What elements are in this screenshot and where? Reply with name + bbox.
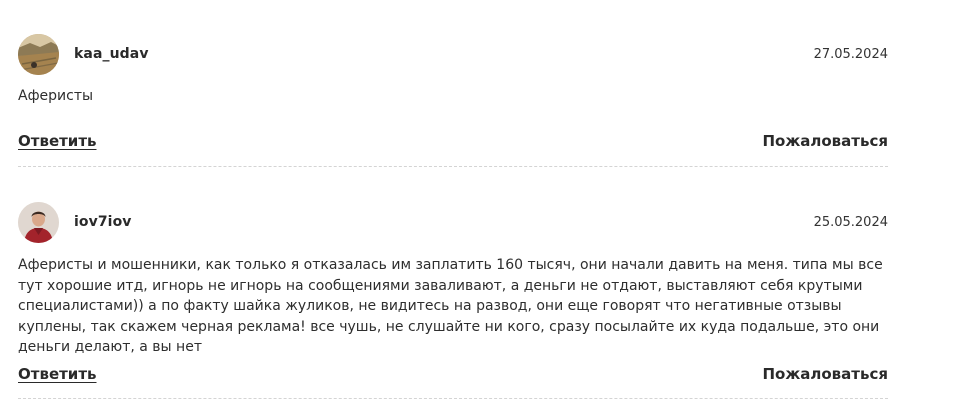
reviews-list: kaa_udav 27.05.2024 Аферисты Ответить По… [0, 0, 957, 407]
review-text: Аферисты и мошенники, как только я отказ… [18, 257, 883, 355]
review-actions: Ответить Пожаловаться [18, 365, 888, 387]
review-header: iov7iov 25.05.2024 [18, 202, 888, 244]
review-item: kaa_udav 27.05.2024 Аферисты Ответить По… [18, 34, 888, 168]
username[interactable]: iov7iov [74, 214, 132, 230]
avatar[interactable] [18, 202, 59, 243]
reply-link[interactable]: Ответить [18, 365, 97, 383]
review-actions: Ответить Пожаловаться [18, 132, 888, 154]
reply-link[interactable]: Ответить [18, 132, 97, 150]
avatar-person-photo [18, 202, 59, 243]
review-date: 25.05.2024 [813, 215, 888, 230]
review-date: 27.05.2024 [813, 47, 888, 62]
username[interactable]: kaa_udav [74, 46, 149, 62]
review-item: iov7iov 25.05.2024 Аферисты и мошенники,… [18, 202, 888, 400]
review-text: Аферисты [18, 88, 94, 104]
divider [18, 398, 888, 399]
divider [18, 166, 888, 167]
complain-link[interactable]: Пожаловаться [762, 365, 888, 383]
avatar-landscape-image [18, 34, 59, 75]
complain-link[interactable]: Пожаловаться [762, 132, 888, 150]
avatar[interactable] [18, 34, 59, 75]
review-header: kaa_udav 27.05.2024 [18, 34, 888, 76]
